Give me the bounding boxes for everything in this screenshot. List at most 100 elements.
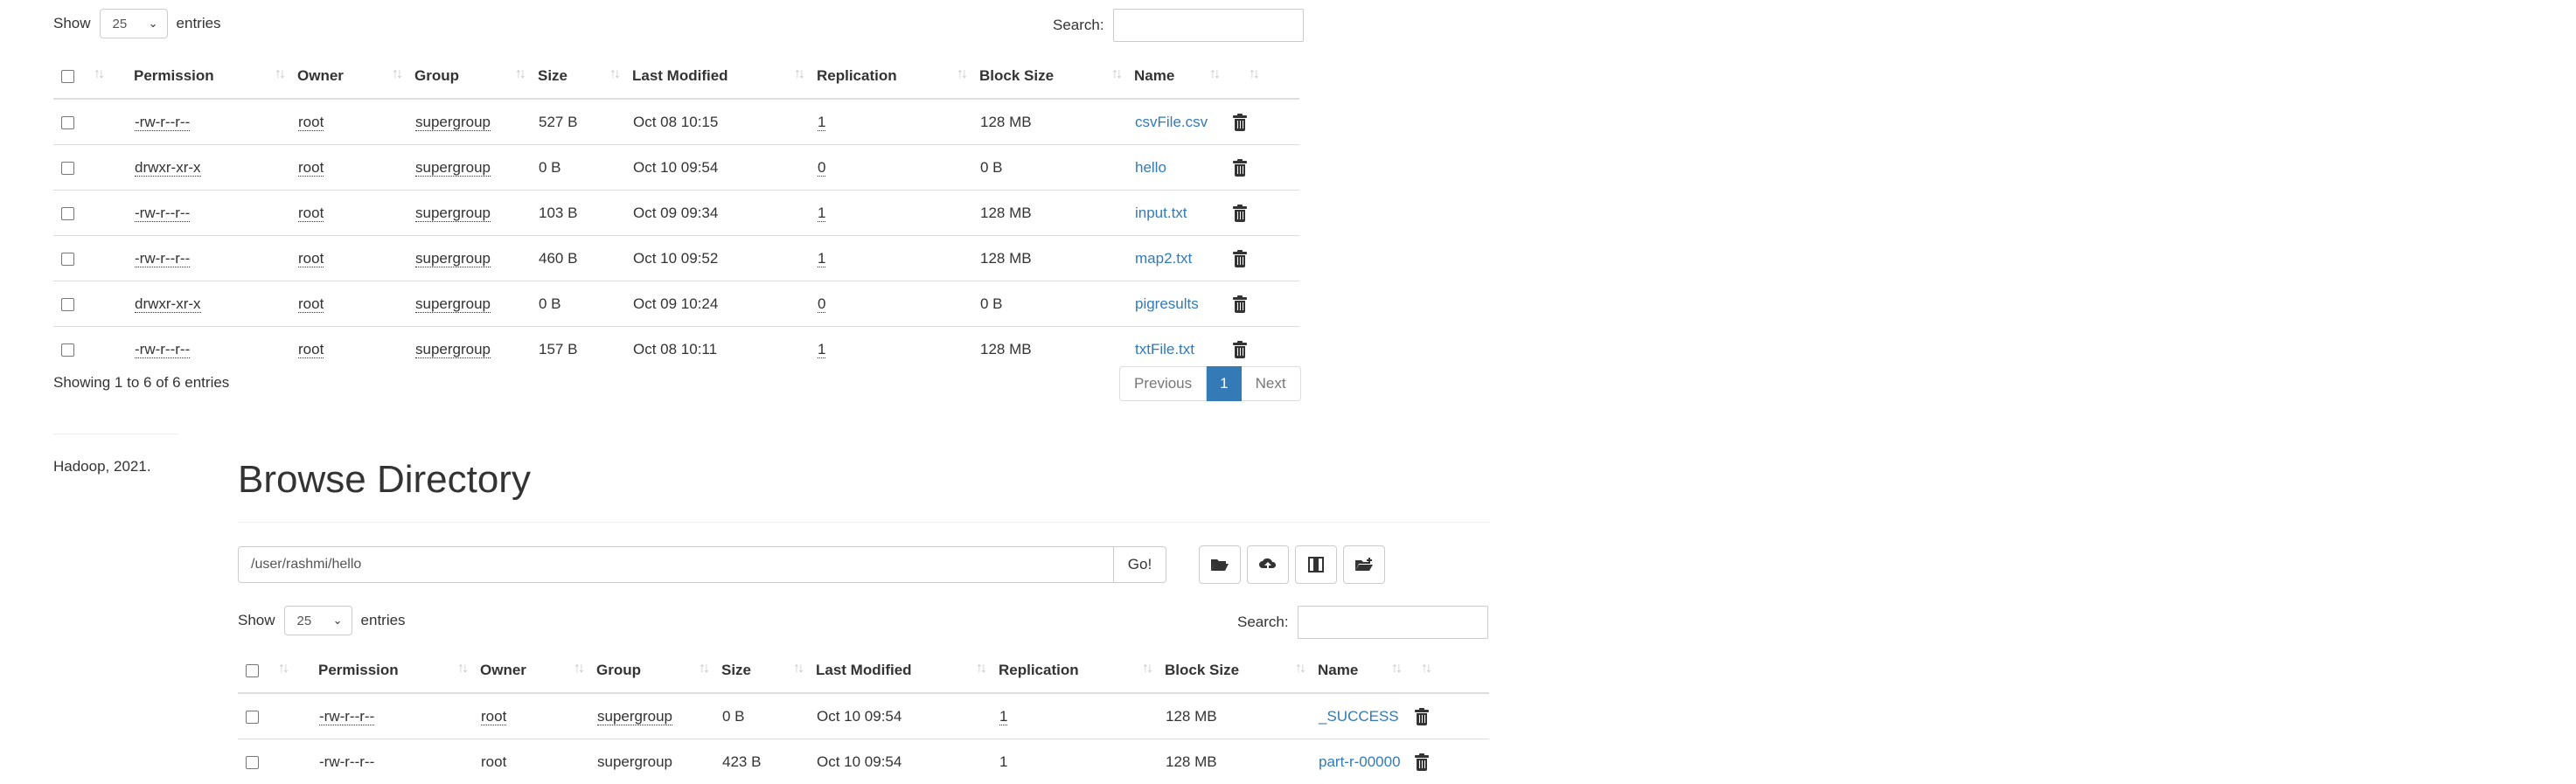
owner-cell[interactable]: root [481, 753, 506, 770]
file-name-link[interactable]: hello [1135, 159, 1166, 176]
col-size[interactable]: Size↑↓ [538, 54, 632, 99]
permission-cell[interactable]: -rw-r--r-- [135, 205, 190, 222]
col-block-size[interactable]: Block Size↑↓ [979, 54, 1134, 99]
cloud-upload-icon[interactable] [1247, 545, 1289, 584]
entries-label: entries [361, 612, 406, 629]
group-cell[interactable]: supergroup [597, 708, 672, 725]
entries-select[interactable]: 25⌄ [284, 606, 352, 635]
trash-icon[interactable] [1415, 709, 1429, 725]
trash-icon[interactable] [1233, 296, 1247, 313]
page-1-button[interactable]: 1 [1207, 366, 1241, 401]
replication-cell[interactable]: 1 [818, 341, 825, 358]
col-owner[interactable]: Owner↑↓ [297, 54, 414, 99]
group-cell[interactable]: supergroup [415, 250, 491, 267]
trash-icon[interactable] [1233, 251, 1247, 267]
permission-cell[interactable]: drwxr-xr-x [135, 295, 201, 313]
col-replication[interactable]: Replication↑↓ [817, 54, 979, 99]
file-name-link[interactable]: part-r-00000 [1319, 753, 1401, 770]
replication-cell[interactable]: 0 [818, 159, 825, 177]
col-permission[interactable]: Permission↑↓ [318, 649, 480, 693]
group-cell[interactable]: supergroup [415, 114, 491, 131]
replication-cell[interactable]: 1 [818, 250, 825, 267]
col-replication[interactable]: Replication↑↓ [999, 649, 1165, 693]
sort-icon: ↑↓ [699, 661, 707, 676]
permission-cell[interactable]: -rw-r--r-- [135, 341, 190, 358]
row-checkbox[interactable] [246, 711, 259, 724]
group-cell[interactable]: supergroup [415, 341, 491, 358]
row-checkbox[interactable] [246, 756, 259, 769]
owner-cell[interactable]: root [298, 295, 324, 313]
replication-cell[interactable]: 0 [818, 295, 825, 313]
group-cell[interactable]: supergroup [597, 753, 672, 770]
folder-open-icon[interactable] [1199, 545, 1241, 584]
trash-icon[interactable] [1233, 205, 1247, 222]
folder-create-icon[interactable] [1343, 545, 1385, 584]
col-name[interactable]: Name↑↓ [1134, 54, 1232, 99]
group-cell[interactable]: supergroup [415, 295, 491, 313]
trash-icon[interactable] [1233, 342, 1247, 358]
replication-cell[interactable]: 1 [818, 114, 825, 131]
go-button[interactable]: Go! [1113, 546, 1166, 583]
file-name-link[interactable]: input.txt [1135, 205, 1187, 221]
column-icon[interactable] [1295, 545, 1337, 584]
title-divider [238, 522, 1489, 523]
search-input[interactable] [1113, 9, 1304, 42]
select-all-checkbox[interactable] [61, 70, 74, 83]
file-name-link[interactable]: map2.txt [1135, 250, 1192, 267]
col-permission[interactable]: Permission↑↓ [134, 54, 297, 99]
previous-button[interactable]: Previous [1119, 366, 1207, 401]
permission-cell[interactable]: -rw-r--r-- [319, 708, 374, 725]
group-cell[interactable]: supergroup [415, 159, 491, 177]
row-checkbox[interactable] [61, 116, 74, 129]
sort-icon: ↑↓ [793, 661, 802, 676]
row-checkbox[interactable] [61, 343, 74, 357]
row-checkbox[interactable] [61, 253, 74, 266]
owner-cell[interactable]: root [298, 159, 324, 177]
entries-select[interactable]: 25⌄ [100, 9, 168, 38]
replication-cell[interactable]: 1 [999, 708, 1007, 725]
replication-cell[interactable]: 1 [818, 205, 825, 222]
owner-cell[interactable]: root [298, 114, 324, 131]
select-all-checkbox[interactable] [246, 664, 259, 677]
delete-cell [1414, 739, 1489, 784]
row-checkbox[interactable] [61, 298, 74, 311]
trash-icon[interactable] [1415, 754, 1429, 771]
file-name-link[interactable]: _SUCCESS [1319, 708, 1399, 725]
col-name[interactable]: Name↑↓ [1318, 649, 1414, 693]
delete-cell [1232, 236, 1299, 281]
owner-cell[interactable]: root [298, 341, 324, 358]
row-checkbox[interactable] [61, 207, 74, 220]
owner-cell[interactable]: root [481, 708, 506, 725]
col-last-modified[interactable]: Last Modified↑↓ [632, 54, 817, 99]
owner-cell[interactable]: root [298, 205, 324, 222]
search-input[interactable] [1298, 606, 1488, 639]
row-checkbox[interactable] [61, 162, 74, 175]
group-cell[interactable]: supergroup [415, 205, 491, 222]
last-modified-cell: Oct 08 10:15 [633, 114, 718, 130]
file-name-link[interactable]: pigresults [1135, 295, 1199, 312]
col-owner[interactable]: Owner↑↓ [480, 649, 596, 693]
table-row: -rw-r--r--rootsupergroup157 BOct 08 10:1… [53, 327, 1299, 372]
footer-text: Hadoop, 2021. [53, 458, 151, 475]
owner-cell[interactable]: root [298, 250, 324, 267]
col-block-size[interactable]: Block Size↑↓ [1165, 649, 1318, 693]
select-cell [53, 191, 134, 236]
trash-icon[interactable] [1233, 160, 1247, 177]
col-last-modified[interactable]: Last Modified↑↓ [816, 649, 999, 693]
file-name-link[interactable]: csvFile.csv [1135, 114, 1208, 130]
col-group[interactable]: Group↑↓ [596, 649, 721, 693]
permission-cell[interactable]: -rw-r--r-- [319, 753, 374, 770]
file-name-link[interactable]: txtFile.txt [1135, 341, 1194, 357]
replication-cell[interactable]: 1 [999, 753, 1007, 770]
permission-cell[interactable]: -rw-r--r-- [135, 114, 190, 131]
sort-asc-icon[interactable]: ↑↓ [94, 66, 102, 82]
sort-asc-icon[interactable]: ↑↓ [278, 661, 287, 676]
next-button[interactable]: Next [1242, 366, 1301, 401]
directory-path-input[interactable]: /user/rashmi/hello [238, 546, 1114, 583]
permission-cell[interactable]: drwxr-xr-x [135, 159, 201, 177]
col-group[interactable]: Group↑↓ [414, 54, 538, 99]
col-size[interactable]: Size↑↓ [721, 649, 816, 693]
trash-icon[interactable] [1233, 114, 1247, 131]
permission-cell[interactable]: -rw-r--r-- [135, 250, 190, 267]
header-row: ↑↓ Permission↑↓ Owner↑↓ Group↑↓ Size↑↓ L… [53, 54, 1299, 99]
